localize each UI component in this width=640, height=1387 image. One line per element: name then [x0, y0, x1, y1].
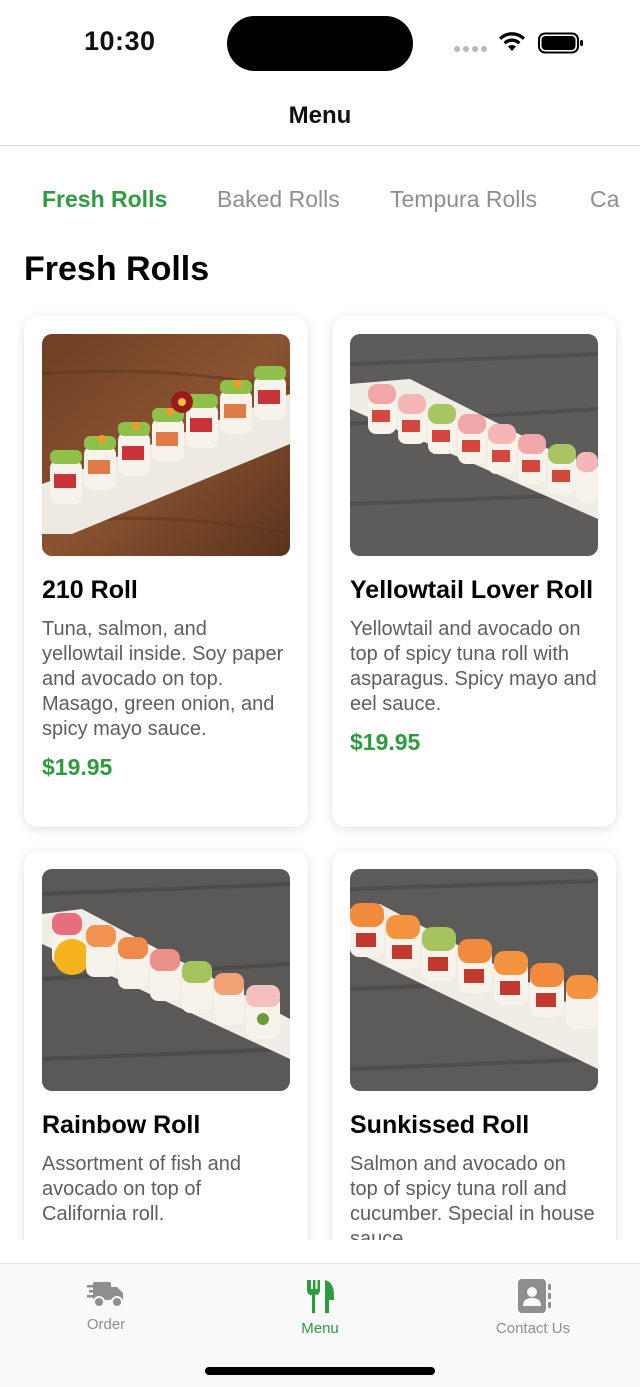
sushi-roll-photo-pink: [350, 334, 598, 556]
fork-knife-icon: [307, 1280, 334, 1313]
status-bar: 10:30: [0, 0, 640, 90]
section-title: Fresh Rolls: [24, 250, 210, 288]
item-description: Assortment of fish and avocado on top of…: [42, 1153, 241, 1225]
item-name: Rainbow Roll: [42, 1111, 201, 1139]
menu-item-card[interactable]: Yellowtail Lover Roll Yellowtail and avo…: [332, 316, 616, 827]
tab-ca[interactable]: Ca: [590, 186, 619, 213]
item-price: $19.95: [42, 754, 113, 780]
status-time: 10:30: [84, 26, 156, 56]
item-description: Tuna, salmon, and yellowtail inside. Soy…: [42, 618, 284, 740]
contact-book-icon: [518, 1279, 551, 1313]
tab-order[interactable]: Order: [26, 1278, 186, 1333]
page-title: Menu: [288, 102, 352, 129]
tab-label-contact-us: Contact Us: [495, 1320, 571, 1337]
dynamic-island: [227, 16, 413, 71]
delivery-truck-icon: [87, 1282, 123, 1308]
home-indicator[interactable]: [205, 1367, 435, 1375]
item-name: 210 Roll: [42, 576, 138, 604]
cellular-signal-icon: [454, 46, 487, 52]
tab-fresh-rolls[interactable]: Fresh Rolls: [42, 186, 167, 213]
battery-icon: [538, 32, 583, 54]
menu-item-card[interactable]: Rainbow Roll Assortment of fish and avoc…: [24, 851, 308, 1240]
item-name: Sunkissed Roll: [350, 1111, 530, 1139]
navigation-bar: Menu: [0, 90, 640, 146]
menu-item-card[interactable]: Sunkissed Roll Salmon and avocado on top…: [332, 851, 616, 1240]
sushi-roll-photo-rainbow: [42, 869, 290, 1091]
item-price: $19.95: [350, 729, 421, 755]
category-tabs: Fresh Rolls Baked Rolls Tempura Rolls Ca: [0, 176, 640, 226]
item-description: Yellowtail and avocado on top of spicy t…: [350, 618, 597, 715]
tab-label-menu: Menu: [301, 1320, 339, 1337]
tab-menu[interactable]: Menu: [240, 1278, 400, 1337]
tab-label-order: Order: [86, 1316, 126, 1333]
item-name: Yellowtail Lover Roll: [350, 576, 594, 604]
sushi-roll-photo-salmon: [350, 869, 598, 1091]
menu-grid[interactable]: 210 Roll Tuna, salmon, and yellowtail in…: [0, 300, 640, 1240]
menu-item-card[interactable]: 210 Roll Tuna, salmon, and yellowtail in…: [24, 316, 308, 827]
sushi-roll-photo-wood: [42, 334, 290, 556]
item-description: Salmon and avocado on top of spicy tuna …: [350, 1153, 595, 1240]
tab-contact-us[interactable]: Contact Us: [453, 1278, 613, 1337]
wifi-icon: [499, 32, 525, 51]
tab-baked-rolls[interactable]: Baked Rolls: [217, 186, 340, 213]
tab-tempura-rolls[interactable]: Tempura Rolls: [390, 186, 537, 213]
